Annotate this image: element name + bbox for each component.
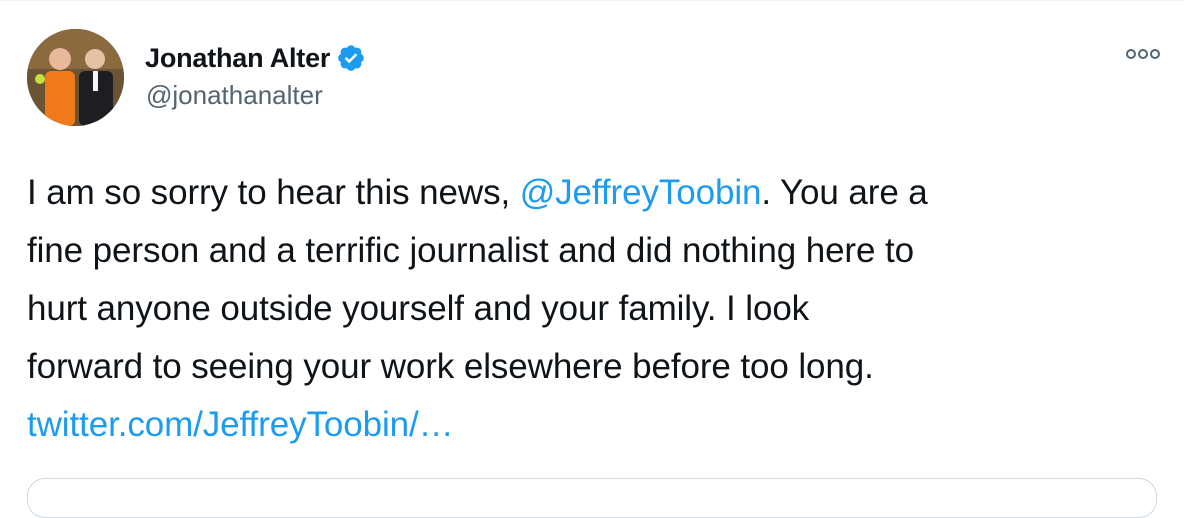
tweet-line-4: forward to seeing your work elsewhere be… [27,347,874,386]
quoted-tweet-link[interactable]: twitter.com/JeffreyToobin/… [27,405,454,444]
author-handle[interactable]: @jonathanalter [146,80,323,111]
author-name[interactable]: Jonathan Alter [145,43,330,74]
quoted-tweet-card[interactable] [27,478,1157,518]
tweet-text: I am so sorry to hear this news, @Jeffre… [27,164,1167,454]
top-divider [0,0,1184,1]
tweet-text-segment: I am so sorry to hear this news, [27,173,520,212]
tweet-card: Jonathan Alter @jonathanalter I am so so… [0,0,1184,518]
mention-link[interactable]: @JeffreyToobin [520,173,762,212]
tweet-line-2: fine person and a terrific journalist an… [27,231,914,270]
tweet-line-3: hurt anyone outside yourself and your fa… [27,289,810,328]
avatar[interactable] [27,29,124,126]
tweet-text-segment: . You are a [761,173,928,212]
author-name-row[interactable]: Jonathan Alter [145,40,366,76]
tweet-line-1: I am so sorry to hear this news, @Jeffre… [27,164,1167,222]
verified-badge-icon [336,43,366,73]
tweet-line-5: twitter.com/JeffreyToobin/… [27,396,1167,454]
more-options-icon[interactable] [1124,44,1164,64]
